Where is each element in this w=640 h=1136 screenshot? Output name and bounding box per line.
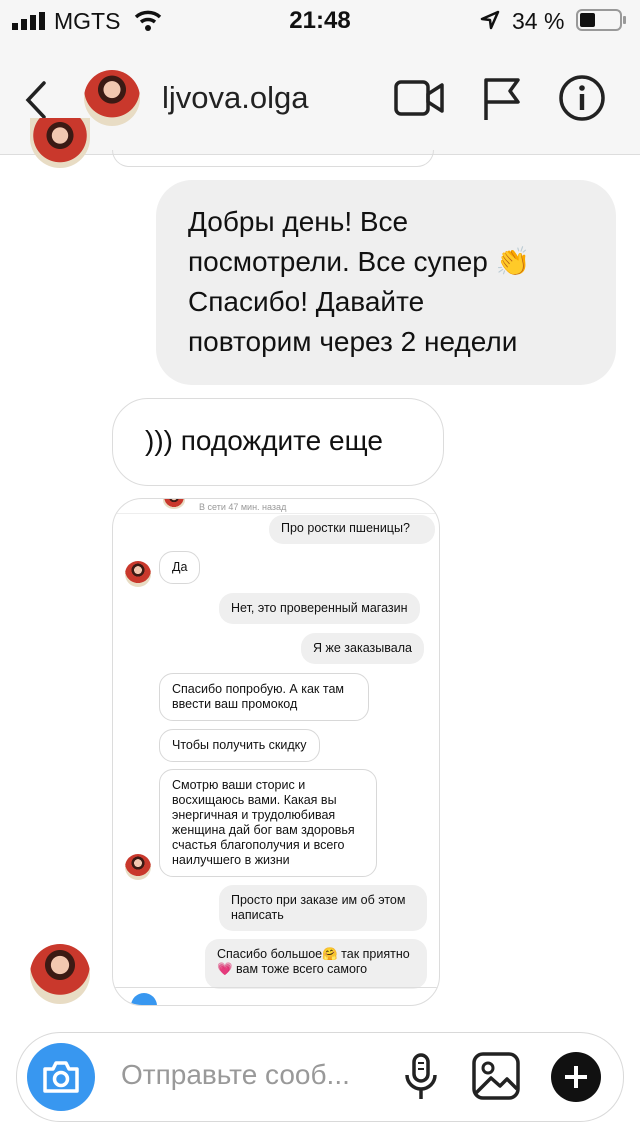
battery-percent: 34 % [512,8,565,34]
chat-header: ljvova.olga [0,40,640,155]
mini-line: наилучшего в жизни [172,853,290,867]
mini-message: Спасибо большое🤗 так приятно 💗 вам тоже … [205,939,427,989]
mini-line: женщина дай бог вам здоровья [172,823,355,837]
info-icon[interactable] [558,74,606,122]
video-call-icon[interactable] [394,76,446,120]
mini-avatar [163,499,185,509]
mini-message: Спасибо попробую. А как там ввести ваш п… [159,673,369,721]
status-bar: MGTS 21:48 34 % [0,0,640,40]
avatar-partial [30,118,90,168]
avatar[interactable] [84,70,140,126]
back-arrow-icon[interactable] [24,80,48,120]
message-text: ))) подождите еще [145,425,383,456]
mini-avatar [125,854,151,880]
mini-message: Смотрю ваши сторис и восхищаюсь вами. Ка… [159,769,377,877]
message-line: Спасибо! Давайте [188,286,425,317]
sender-avatar[interactable] [30,944,90,1004]
mini-line: Просто при заказе им об этом [231,893,406,907]
location-arrow-icon [480,10,500,30]
mini-line: Смотрю ваши сторис и [172,778,306,792]
mini-message: Чтобы получить скидку [159,729,320,762]
add-button[interactable] [551,1052,601,1102]
gallery-icon[interactable] [471,1051,523,1101]
message-input[interactable]: Отправьте сооб... [121,1059,350,1091]
mini-line: энергичная и трудолюбивая [172,808,336,822]
battery-icon [576,9,626,31]
mini-message: Я же заказывала [301,633,424,664]
message-bubble-outgoing[interactable]: Добры день! Все посмотрели. Все супер 👏 … [156,180,616,385]
mini-line: счастья благополучия и всего [172,838,345,852]
mini-message: Да [159,551,201,584]
message-line: посмотрели. Все супер 👏 [188,246,531,277]
message-composer[interactable]: Отправьте сооб... [16,1032,624,1122]
mini-line: Спасибо попробую. А как там [172,682,344,696]
mini-header-divider [113,513,439,514]
mini-line: восхищаюсь вами. Какая вы [172,793,337,807]
mini-line: ввести ваш промокод [172,697,298,711]
message-bubble-incoming[interactable]: ))) подождите еще [112,398,444,486]
message-line: повторим через 2 недели [188,326,518,357]
chat-username[interactable]: ljvova.olga [162,80,308,116]
shared-screenshot-image[interactable]: В сети 47 мин. назад Про ростки пшеницы?… [112,498,440,1006]
message-line: Добры день! Все [188,206,409,237]
mini-message: Просто при заказе им об этом написать [219,885,427,931]
mini-line: Спасибо большое🤗 так приятно [217,947,410,961]
camera-icon [43,1061,79,1093]
camera-button[interactable] [27,1043,95,1111]
mini-footer-divider [113,987,439,988]
plus-icon [565,1066,587,1088]
mini-status-text: В сети 47 мин. назад [199,502,287,512]
mini-camera-icon [131,993,157,1005]
flag-icon[interactable] [482,76,522,122]
mini-line: написать [231,908,284,922]
mini-avatar [125,561,151,587]
previous-image-edge [112,150,434,167]
mini-message: Про ростки пшеницы? [269,515,435,544]
mini-line: 💗 вам тоже всего самого [217,962,368,976]
microphone-icon[interactable] [403,1053,439,1103]
mini-message: Нет, это проверенный магазин [219,593,420,624]
